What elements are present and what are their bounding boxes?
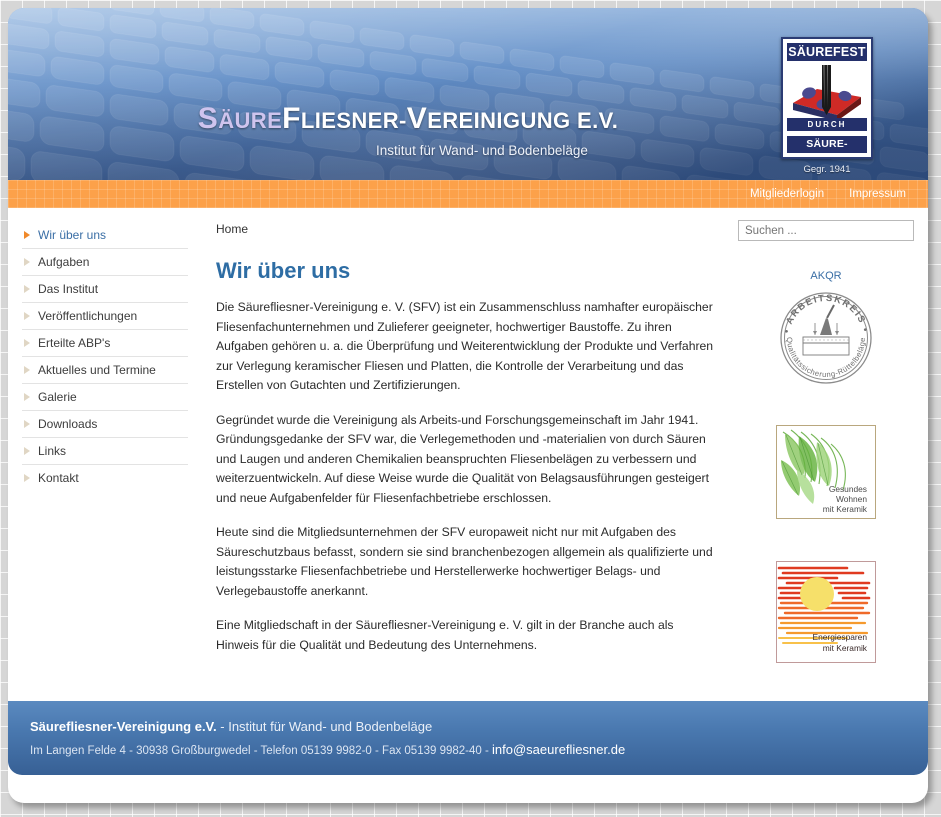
nav-impressum[interactable]: Impressum	[849, 188, 906, 200]
sidebar-item-label: Das Institut	[38, 282, 99, 296]
list-item: Wir über uns	[22, 222, 188, 249]
svg-text:Wohnen: Wohnen	[836, 494, 867, 504]
arrow-right-icon	[24, 420, 30, 428]
list-item: Erteilte ABP's	[22, 330, 188, 357]
sidebar-item-label: Veröffentlichungen	[38, 309, 138, 323]
title-segment-saeure: SÄURE	[198, 102, 282, 135]
main-content: Home Wir über uns Die Säurefliesner-Vere…	[202, 208, 732, 670]
svg-text:Gesundes: Gesundes	[829, 484, 867, 494]
sidebar-item-veroeffentlichungen[interactable]: Veröffentlichungen	[22, 303, 188, 329]
list-item: Aufgaben	[22, 249, 188, 276]
footer-email-link[interactable]: info@saeurefliesner.de	[492, 742, 625, 757]
list-item: Links	[22, 438, 188, 465]
footer-address: Im Langen Felde 4 - 30938 Großburgwedel …	[30, 745, 493, 757]
arrow-right-icon	[24, 393, 30, 401]
title-cap-v: V	[406, 102, 428, 135]
arrow-right-icon	[24, 474, 30, 482]
content-heading: Wir über uns	[216, 258, 351, 283]
banner-energiesparen[interactable]: Energiesparen mit Keramik	[776, 561, 876, 663]
logo-bottom-text: SÄURE-FLIESNER	[787, 136, 867, 157]
footer-address-line: Im Langen Felde 4 - 30938 Großburgwedel …	[30, 742, 928, 757]
list-item: Aktuelles und Termine	[22, 357, 188, 384]
banner-gesundes-wohnen[interactable]: Gesundes Wohnen mit Keramik	[776, 425, 876, 519]
sidebar-item-galerie[interactable]: Galerie	[22, 384, 188, 410]
svg-text:mit Keramik: mit Keramik	[823, 504, 868, 514]
content-area: Wir über uns Aufgaben Das Institut Veröf…	[8, 208, 928, 701]
right-sidebar: AKQR • ARBEITSKREIS • Qualitätssicherung…	[732, 208, 928, 663]
sidebar-item-label: Erteilte ABP's	[38, 336, 111, 350]
arrow-right-icon	[24, 339, 30, 347]
footer-org-line: Säurefliesner-Vereinigung e.V. - Institu…	[30, 719, 928, 734]
logo-top-text: SÄUREFEST	[787, 43, 867, 61]
title-cap-f: F	[282, 102, 301, 135]
sidebar-item-label: Wir über uns	[38, 228, 107, 242]
site-header: SÄUREFLIESNER-VEREINIGUNG E.V. Institut …	[8, 8, 928, 180]
list-item: Das Institut	[22, 276, 188, 303]
logo-middle-text: DURCH	[787, 118, 867, 131]
arrow-right-icon	[24, 312, 30, 320]
sidebar-item-label: Aufgaben	[38, 255, 90, 269]
association-logo: SÄUREFEST DURCH SÄURE-FLIES	[780, 37, 874, 175]
title-smallcaps-ereinigung: EREINIGUNG E.V.	[427, 108, 619, 133]
page-container: SÄUREFLIESNER-VEREINIGUNG E.V. Institut …	[8, 8, 928, 803]
sidebar-item-wir-ueber-uns[interactable]: Wir über uns	[22, 222, 188, 248]
content-paragraph: Eine Mitgliedschaft in der Säurefliesner…	[216, 618, 674, 652]
sidebar-item-aktuelles-und-termine[interactable]: Aktuelles und Termine	[22, 357, 188, 383]
arrow-right-icon	[24, 258, 30, 266]
sidebar-item-das-institut[interactable]: Das Institut	[22, 276, 188, 302]
svg-text:mit Keramik: mit Keramik	[823, 643, 868, 653]
list-item: Kontakt	[22, 465, 188, 491]
sidebar-item-label: Galerie	[38, 390, 77, 404]
arrow-right-icon	[24, 231, 30, 239]
title-cap-s: S	[197, 102, 219, 135]
sidebar-item-aufgaben[interactable]: Aufgaben	[22, 249, 188, 275]
search-input[interactable]	[738, 220, 914, 241]
footer-org-name: Säurefliesner-Vereinigung e.V.	[30, 719, 217, 734]
sidebar: Wir über uns Aufgaben Das Institut Veröf…	[8, 208, 202, 491]
list-item: Galerie	[22, 384, 188, 411]
content-paragraph: Heute sind die Mitgliedsunternehmen der …	[216, 525, 713, 598]
breadcrumb: Home	[216, 222, 249, 236]
arrow-right-icon	[24, 447, 30, 455]
sidebar-item-downloads[interactable]: Downloads	[22, 411, 188, 437]
content-paragraph: Gegründet wurde die Vereinigung als Arbe…	[216, 412, 709, 505]
utility-navbar: Mitgliederlogin Impressum	[8, 180, 928, 208]
nav-mitgliederlogin[interactable]: Mitgliederlogin	[750, 188, 824, 200]
sidebar-item-links[interactable]: Links	[22, 438, 188, 464]
title-smallcaps-aeure: ÄURE	[218, 108, 283, 133]
sidebar-item-erteilte-abps[interactable]: Erteilte ABP's	[22, 330, 188, 356]
sidebar-item-label: Kontakt	[38, 471, 79, 485]
sidebar-item-label: Links	[38, 444, 67, 458]
list-item: Downloads	[22, 411, 188, 438]
svg-text:Energiesparen: Energiesparen	[813, 632, 868, 642]
arrow-right-icon	[24, 366, 30, 374]
site-footer: Säurefliesner-Vereinigung e.V. - Institu…	[8, 701, 928, 775]
list-item: Veröffentlichungen	[22, 303, 188, 330]
logo-card: SÄUREFEST DURCH SÄURE-FLIES	[781, 37, 873, 159]
sidebar-item-label: Downloads	[38, 417, 98, 431]
page-title: SÄUREFLIESNER-VEREINIGUNG E.V.	[8, 104, 808, 134]
sidebar-nav: Wir über uns Aufgaben Das Institut Veröf…	[22, 222, 188, 491]
site-subtitle: Institut für Wand- und Bodenbeläge	[376, 143, 588, 158]
title-smallcaps-liesner: LIESNER-	[300, 108, 407, 133]
content-paragraph: Die Säurefliesner-Vereinigung e. V. (SFV…	[216, 300, 714, 393]
footer-org-tagline: - Institut für Wand- und Bodenbeläge	[216, 719, 433, 734]
sidebar-item-kontakt[interactable]: Kontakt	[22, 465, 188, 491]
sidebar-item-label: Aktuelles und Termine	[38, 363, 156, 377]
logo-caption: Gegr. 1941	[803, 164, 851, 175]
akqr-seal: • ARBEITSKREIS • Qualitätssicherung-Rütt…	[738, 287, 914, 389]
akqr-label: AKQR	[810, 270, 842, 282]
arrow-right-icon	[24, 285, 30, 293]
